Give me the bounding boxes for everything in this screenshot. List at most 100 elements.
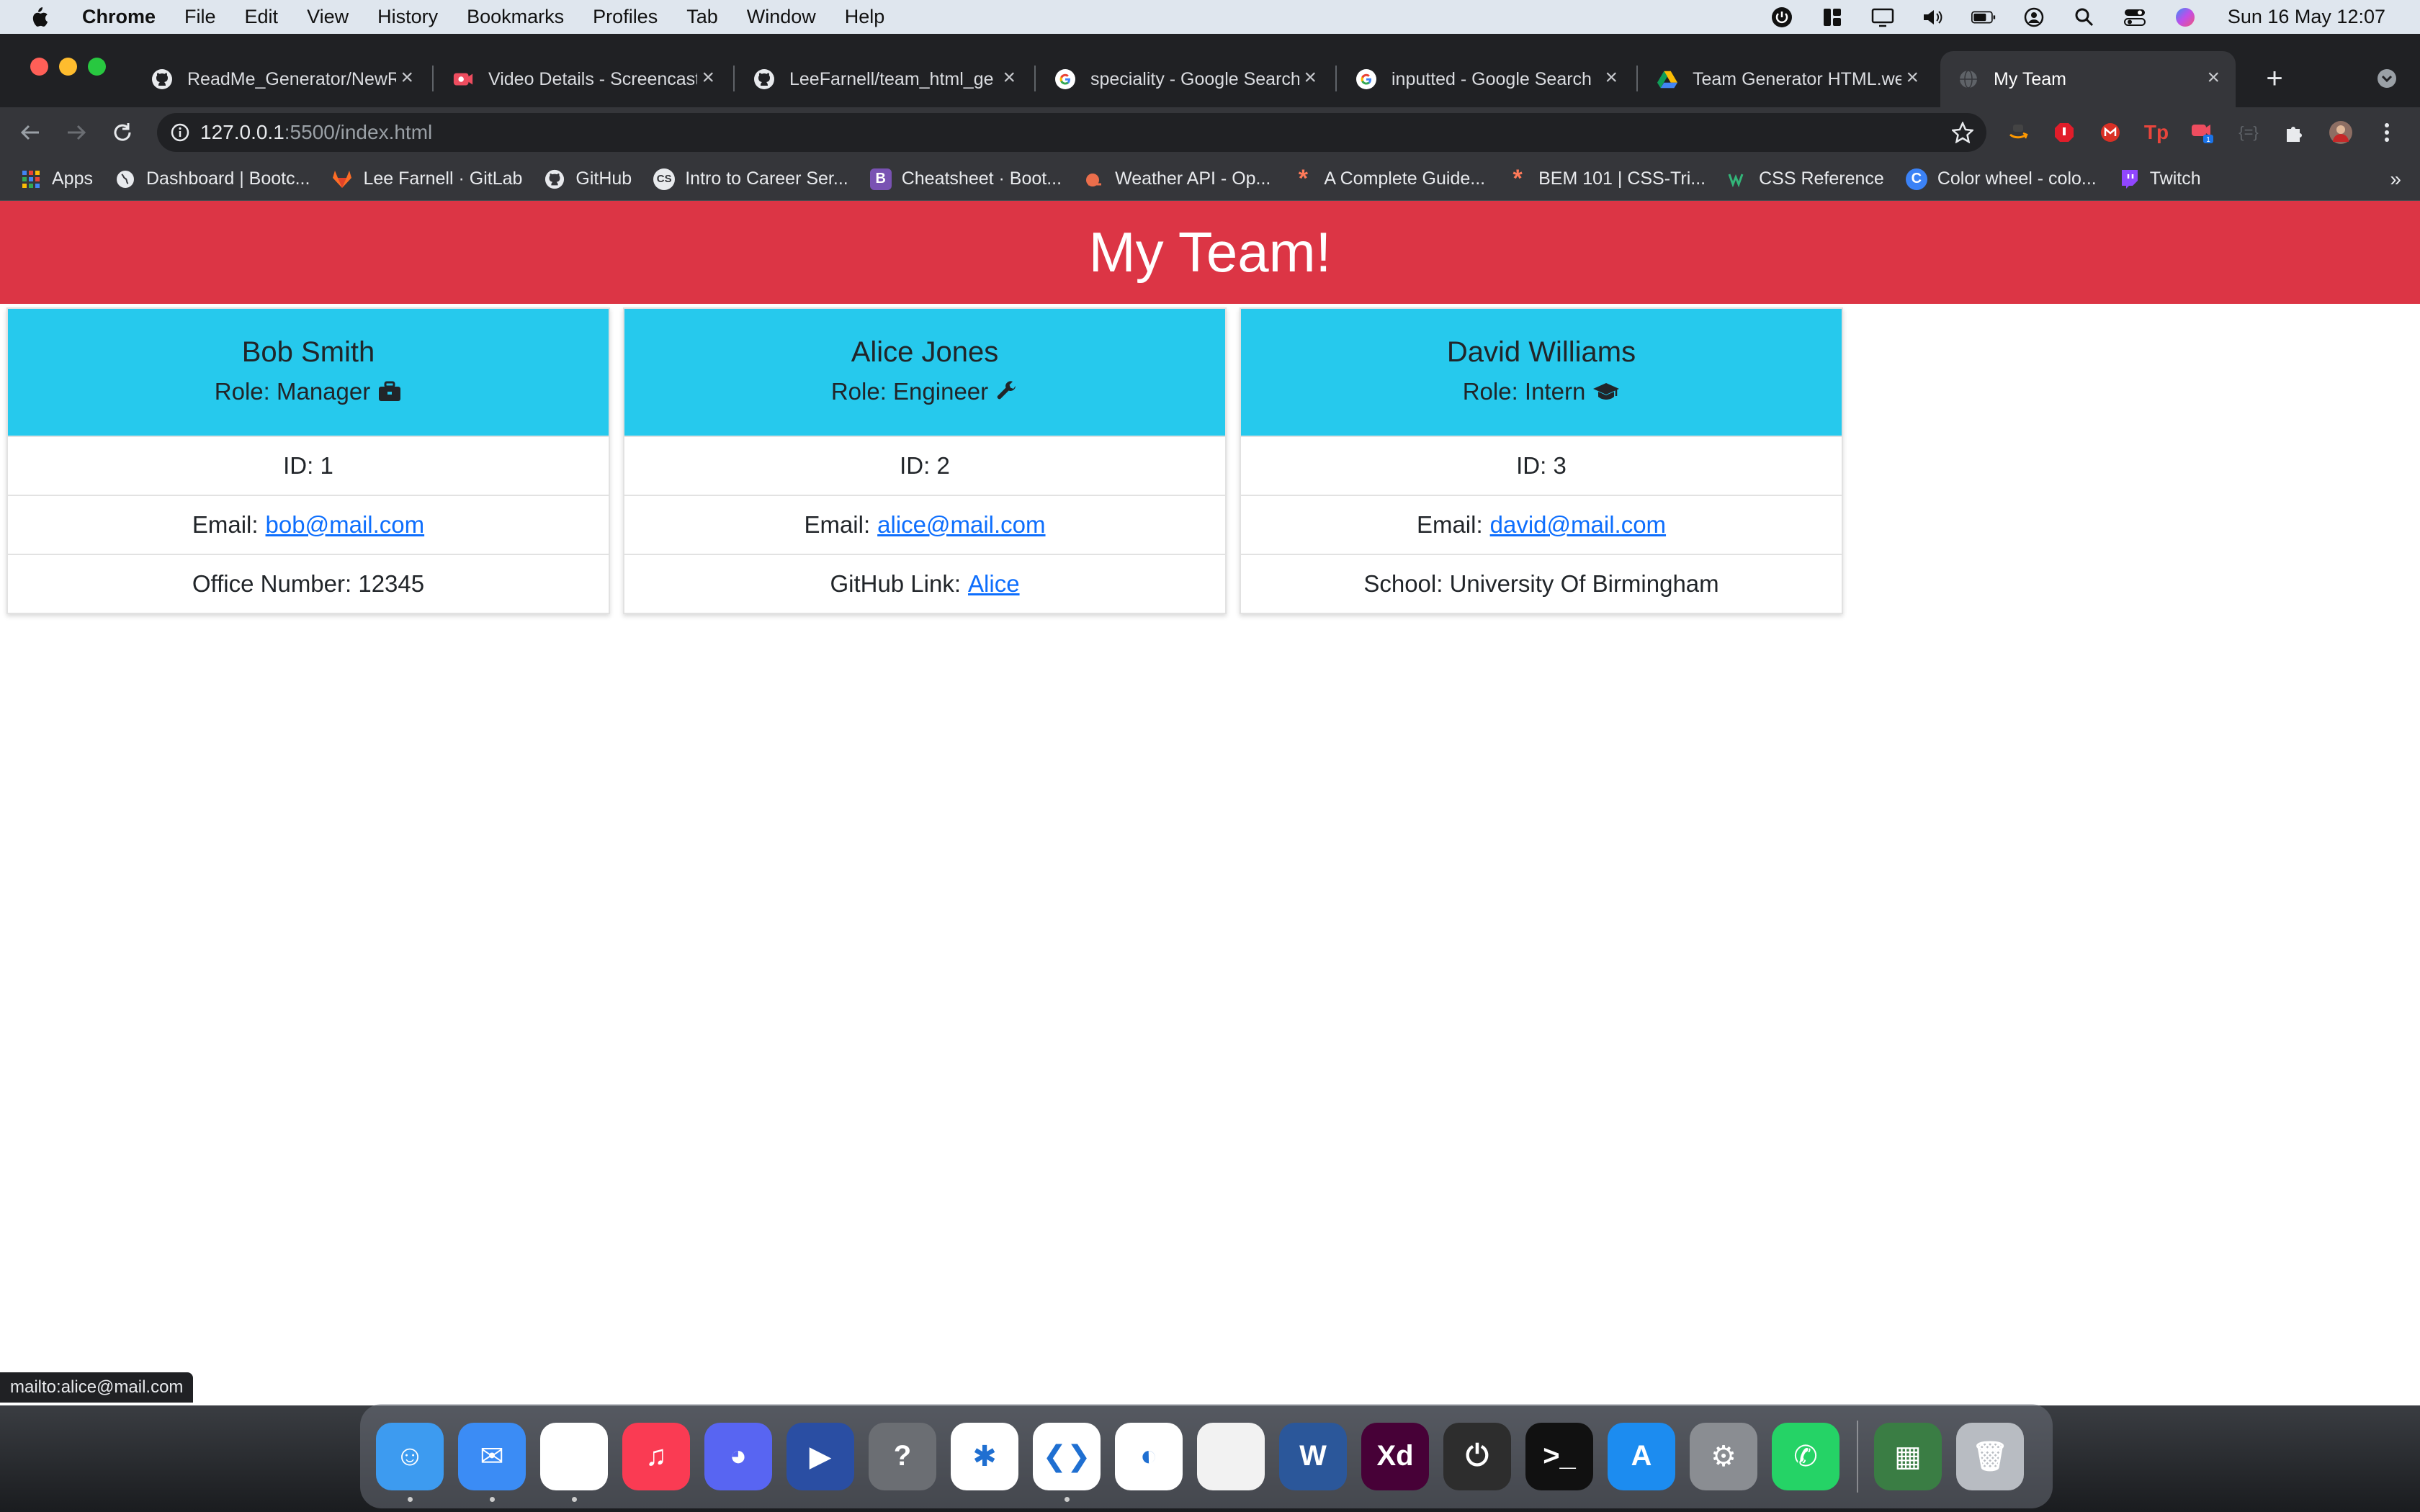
volume-tray-icon[interactable] [1921, 6, 1945, 28]
bookmark-career-services[interactable]: CS Intro to Career Ser... [653, 168, 848, 190]
menu-bookmarks[interactable]: Bookmarks [467, 6, 564, 28]
moon-app-icon[interactable]: ◐ [1115, 1422, 1183, 1490]
trash-icon[interactable]: 🗑 [1956, 1422, 2024, 1490]
bookmark-weather-api[interactable]: Weather API - Op... [1083, 168, 1270, 190]
tab-google-inputted[interactable]: inputted - Google Search × [1338, 51, 1634, 107]
vscode-icon[interactable]: ❮❯ [1033, 1422, 1101, 1502]
menu-file[interactable]: File [184, 6, 216, 28]
forward-icon[interactable] [63, 120, 89, 145]
menu-tab[interactable]: Tab [686, 6, 718, 28]
music-icon[interactable]: ♫ [622, 1422, 690, 1490]
bookmark-gitlab[interactable]: Lee Farnell · GitLab [331, 168, 522, 190]
bookmark-dashboard[interactable]: Dashboard | Bootc... [115, 168, 310, 190]
power-tray-icon[interactable] [1770, 6, 1794, 28]
pokemon-tcg-icon[interactable]: ▶ [786, 1422, 854, 1490]
battery-tray-icon[interactable] [1971, 6, 1996, 28]
address-bar[interactable]: 127.0.0.1:5500/index.html [157, 113, 1986, 152]
email-label: Email: [192, 511, 259, 538]
system-preferences-icon[interactable]: ⚙ [1690, 1422, 1757, 1490]
tab-team-html-generator[interactable]: LeeFarnell/team_html_ge × [736, 51, 1031, 107]
new-tab-icon[interactable]: + [2262, 63, 2287, 94]
screencast-icon [452, 68, 474, 90]
terminal-icon[interactable]: >_ [1525, 1422, 1593, 1490]
bookmark-star-icon[interactable] [1952, 122, 1973, 143]
email-link[interactable]: bob@mail.com [266, 511, 425, 539]
menu-clock[interactable]: Sun 16 May 12:07 [2228, 6, 2385, 28]
screencast-extension-icon[interactable]: 1 [2190, 120, 2215, 145]
siri-icon[interactable] [2173, 6, 2197, 28]
word-icon[interactable]: W [1279, 1422, 1347, 1490]
bookmark-complete-guide[interactable]: * A Complete Guide... [1292, 165, 1485, 192]
menu-profiles[interactable]: Profiles [593, 6, 658, 28]
display-tray-icon[interactable] [1870, 6, 1895, 28]
tab-google-speciality[interactable]: speciality - Google Search × [1037, 51, 1332, 107]
tab-search-icon[interactable] [2374, 66, 2400, 91]
whatsapp-icon[interactable]: ✆ [1772, 1422, 1839, 1490]
tab-video-details[interactable]: Video Details - Screencast × [435, 51, 730, 107]
adblock-extension-icon[interactable] [2051, 120, 2077, 145]
close-tab-icon[interactable]: × [2207, 67, 2220, 89]
email-link[interactable]: alice@mail.com [877, 511, 1045, 539]
bookmark-apps[interactable]: Apps [20, 168, 93, 190]
search-tray-icon[interactable] [2072, 6, 2097, 28]
bookmark-bootstrap-cheatsheet[interactable]: B Cheatsheet · Boot... [869, 168, 1062, 190]
more-menu-icon[interactable] [2374, 120, 2400, 145]
power-app-icon[interactable]: ⏻ [1443, 1422, 1511, 1490]
employee-id: ID: 3 [1516, 452, 1567, 479]
zoom-window-button[interactable] [88, 58, 106, 76]
site-info-icon[interactable] [170, 122, 190, 143]
close-window-button[interactable] [30, 58, 48, 76]
bookmarks-overflow-icon[interactable]: » [2390, 168, 2401, 191]
close-tab-icon[interactable]: × [1906, 67, 1919, 89]
menu-history[interactable]: History [377, 6, 438, 28]
amazon-extension-icon[interactable] [2005, 120, 2031, 145]
close-tab-icon[interactable]: × [1605, 67, 1618, 89]
adobe-xd-icon[interactable]: Xd [1361, 1422, 1429, 1490]
code-extension-icon[interactable]: {=} [2236, 120, 2262, 145]
close-tab-icon[interactable]: × [400, 67, 413, 89]
tab-team-generator-doc[interactable]: Team Generator HTML.we × [1639, 51, 1935, 107]
school: School: University Of Birmingham [1363, 570, 1719, 597]
extensions-puzzle-icon[interactable] [2282, 120, 2308, 145]
close-tab-icon[interactable]: × [1304, 67, 1317, 89]
control-center-icon[interactable] [2123, 6, 2147, 28]
email-label: Email: [804, 511, 871, 538]
finder-icon[interactable]: ☺ [376, 1422, 444, 1502]
email-link[interactable]: david@mail.com [1490, 511, 1666, 539]
user-tray-icon[interactable] [2022, 6, 2046, 28]
tab-readme-generator[interactable]: ReadMe_Generator/NewR × [134, 51, 429, 107]
github-link-row: GitHub Link: Alice [624, 554, 1225, 613]
tab-my-team[interactable]: My Team × [1940, 51, 2236, 107]
mail-icon[interactable]: ✉ [458, 1422, 526, 1502]
page-header: My Team! [0, 201, 2420, 304]
menu-edit[interactable]: Edit [245, 6, 279, 28]
bookmark-color-wheel[interactable]: C Color wheel - colo... [1905, 168, 2097, 190]
app-store-icon[interactable]: A [1608, 1422, 1675, 1490]
layout-tray-icon[interactable] [1820, 6, 1845, 28]
github-link[interactable]: Alice [968, 570, 1020, 598]
apple-icon[interactable] [29, 6, 58, 29]
close-tab-icon[interactable]: × [1003, 67, 1016, 89]
menu-help[interactable]: Help [845, 6, 885, 28]
menu-view[interactable]: View [307, 6, 349, 28]
bookmark-github[interactable]: GitHub [544, 168, 632, 190]
profile-avatar[interactable] [2328, 120, 2354, 145]
help-icon[interactable]: ? [869, 1422, 936, 1490]
blank-document-icon[interactable] [1197, 1422, 1265, 1490]
back-icon[interactable] [17, 120, 43, 145]
bookmark-css-reference[interactable]: CSS Reference [1727, 168, 1884, 190]
bookmark-bem-101[interactable]: * BEM 101 | CSS-Tri... [1507, 165, 1706, 192]
menu-window[interactable]: Window [747, 6, 816, 28]
bookmark-twitch[interactable]: Twitch [2118, 168, 2201, 190]
slack-icon[interactable]: ✱ [951, 1422, 1018, 1490]
discord-icon[interactable]: ◕ [704, 1422, 772, 1490]
chrome-icon[interactable] [540, 1422, 608, 1502]
preview-thumbnail-icon[interactable]: ▦ [1874, 1422, 1942, 1490]
minimize-window-button[interactable] [59, 58, 77, 76]
tp-extension-icon[interactable]: Tp [2143, 120, 2169, 145]
reload-icon[interactable] [109, 120, 135, 145]
close-tab-icon[interactable]: × [702, 67, 714, 89]
menu-app-name[interactable]: Chrome [82, 6, 156, 28]
gmail-extension-icon[interactable] [2097, 120, 2123, 145]
office-number: Office Number: 12345 [192, 570, 425, 597]
